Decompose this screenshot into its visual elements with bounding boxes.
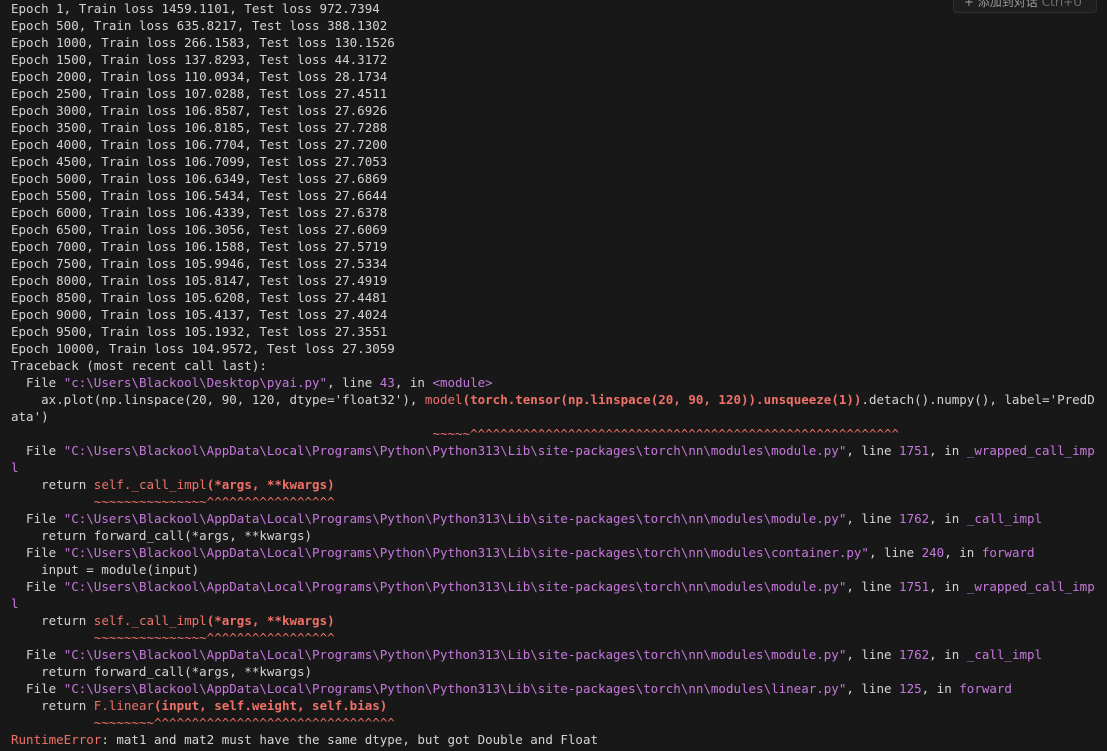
epoch-log-line: Epoch 8000, Train loss 105.8147, Test lo… xyxy=(11,273,388,288)
trace-frame-location: File "C:\Users\Blackool\AppData\Local\Pr… xyxy=(11,443,1095,458)
epoch-log-line: Epoch 9000, Train loss 105.4137, Test lo… xyxy=(11,307,388,322)
trace-frame-location: File "C:\Users\Blackool\AppData\Local\Pr… xyxy=(11,579,1095,594)
error-marker: ~~~~~~~~~~~~~~~^^^^^^^^^^^^^^^^^ xyxy=(93,494,335,509)
trace-code-line: return forward_call(*args, **kwargs) xyxy=(11,664,313,679)
error-message: : mat1 and mat2 must have the same dtype… xyxy=(101,732,599,747)
error-marker: ~~~~~~~~~~~~~~~^^^^^^^^^^^^^^^^^ xyxy=(93,630,335,645)
epoch-log-line: Epoch 5500, Train loss 106.5434, Test lo… xyxy=(11,188,388,203)
epoch-log-line: Epoch 8500, Train loss 105.6208, Test lo… xyxy=(11,290,388,305)
traceback-header: Traceback (most recent call last): xyxy=(11,358,267,373)
epoch-log-line: Epoch 2000, Train loss 110.0934, Test lo… xyxy=(11,69,388,84)
trace-code-line: return forward_call(*args, **kwargs) xyxy=(11,528,313,543)
trace-code-line: ax.plot(np.linspace(20, 90, 120, dtype='… xyxy=(11,392,1095,407)
epoch-log-line: Epoch 5000, Train loss 106.6349, Test lo… xyxy=(11,171,388,186)
function-name-wrap: l xyxy=(11,460,19,475)
epoch-log-line: Epoch 4000, Train loss 106.7704, Test lo… xyxy=(11,137,388,152)
epoch-log-line: Epoch 4500, Train loss 106.7099, Test lo… xyxy=(11,154,388,169)
epoch-log-line: Epoch 10000, Train loss 104.9572, Test l… xyxy=(11,341,395,356)
trace-frame-location: File "c:\Users\Blackool\Desktop\pyai.py"… xyxy=(11,375,493,390)
epoch-log-line: Epoch 6500, Train loss 106.3056, Test lo… xyxy=(11,222,388,237)
trace-code-line: input = module(input) xyxy=(11,562,200,577)
epoch-log: Epoch 1, Train loss 1459.1101, Test loss… xyxy=(11,0,1103,357)
epoch-log-line: Epoch 7000, Train loss 106.1588, Test lo… xyxy=(11,239,388,254)
function-name-wrap: l xyxy=(11,596,19,611)
epoch-log-line: Epoch 1000, Train loss 266.1583, Test lo… xyxy=(11,35,395,50)
trace-code-line: return self._call_impl(*args, **kwargs) xyxy=(11,613,335,628)
line-number: 43 xyxy=(379,375,395,390)
trace-code-wrap: ata') xyxy=(11,409,49,424)
epoch-log-line: Epoch 7500, Train loss 105.9946, Test lo… xyxy=(11,256,388,271)
function-name: <module> xyxy=(432,375,493,390)
error-marker: ~~~~~~~~^^^^^^^^^^^^^^^^^^^^^^^^^^^^^^^^ xyxy=(93,715,395,730)
epoch-log-line: Epoch 500, Train loss 635.8217, Test los… xyxy=(11,18,388,33)
error-line: RuntimeError: mat1 and mat2 must have th… xyxy=(11,731,1103,748)
file-path: "c:\Users\Blackool\Desktop\pyai.py" xyxy=(63,375,328,390)
error-type: RuntimeError xyxy=(11,732,102,747)
trace-frame-location: File "C:\Users\Blackool\AppData\Local\Pr… xyxy=(11,647,1043,662)
error-marker: ~~~~~^^^^^^^^^^^^^^^^^^^^^^^^^^^^^^^^^^^… xyxy=(432,426,900,441)
terminal-output[interactable]: Epoch 1, Train loss 1459.1101, Test loss… xyxy=(11,0,1103,748)
trace-frame-location: File "C:\Users\Blackool\AppData\Local\Pr… xyxy=(11,681,1012,696)
trace-code-line: return self._call_impl(*args, **kwargs) xyxy=(11,477,335,492)
epoch-log-line: Epoch 3500, Train loss 106.8185, Test lo… xyxy=(11,120,388,135)
epoch-log-line: Epoch 6000, Train loss 106.4339, Test lo… xyxy=(11,205,388,220)
epoch-log-line: Epoch 1500, Train loss 137.8293, Test lo… xyxy=(11,52,388,67)
epoch-log-line: Epoch 3000, Train loss 106.8587, Test lo… xyxy=(11,103,388,118)
trace-frame-location: File "C:\Users\Blackool\AppData\Local\Pr… xyxy=(11,511,1043,526)
trace-frame-location: File "C:\Users\Blackool\AppData\Local\Pr… xyxy=(11,545,1035,560)
trace-code-line: return F.linear(input, self.weight, self… xyxy=(11,698,388,713)
epoch-log-line: Epoch 1, Train loss 1459.1101, Test loss… xyxy=(11,1,380,16)
epoch-log-line: Epoch 9500, Train loss 105.1932, Test lo… xyxy=(11,324,388,339)
epoch-log-line: Epoch 2500, Train loss 107.0288, Test lo… xyxy=(11,86,388,101)
